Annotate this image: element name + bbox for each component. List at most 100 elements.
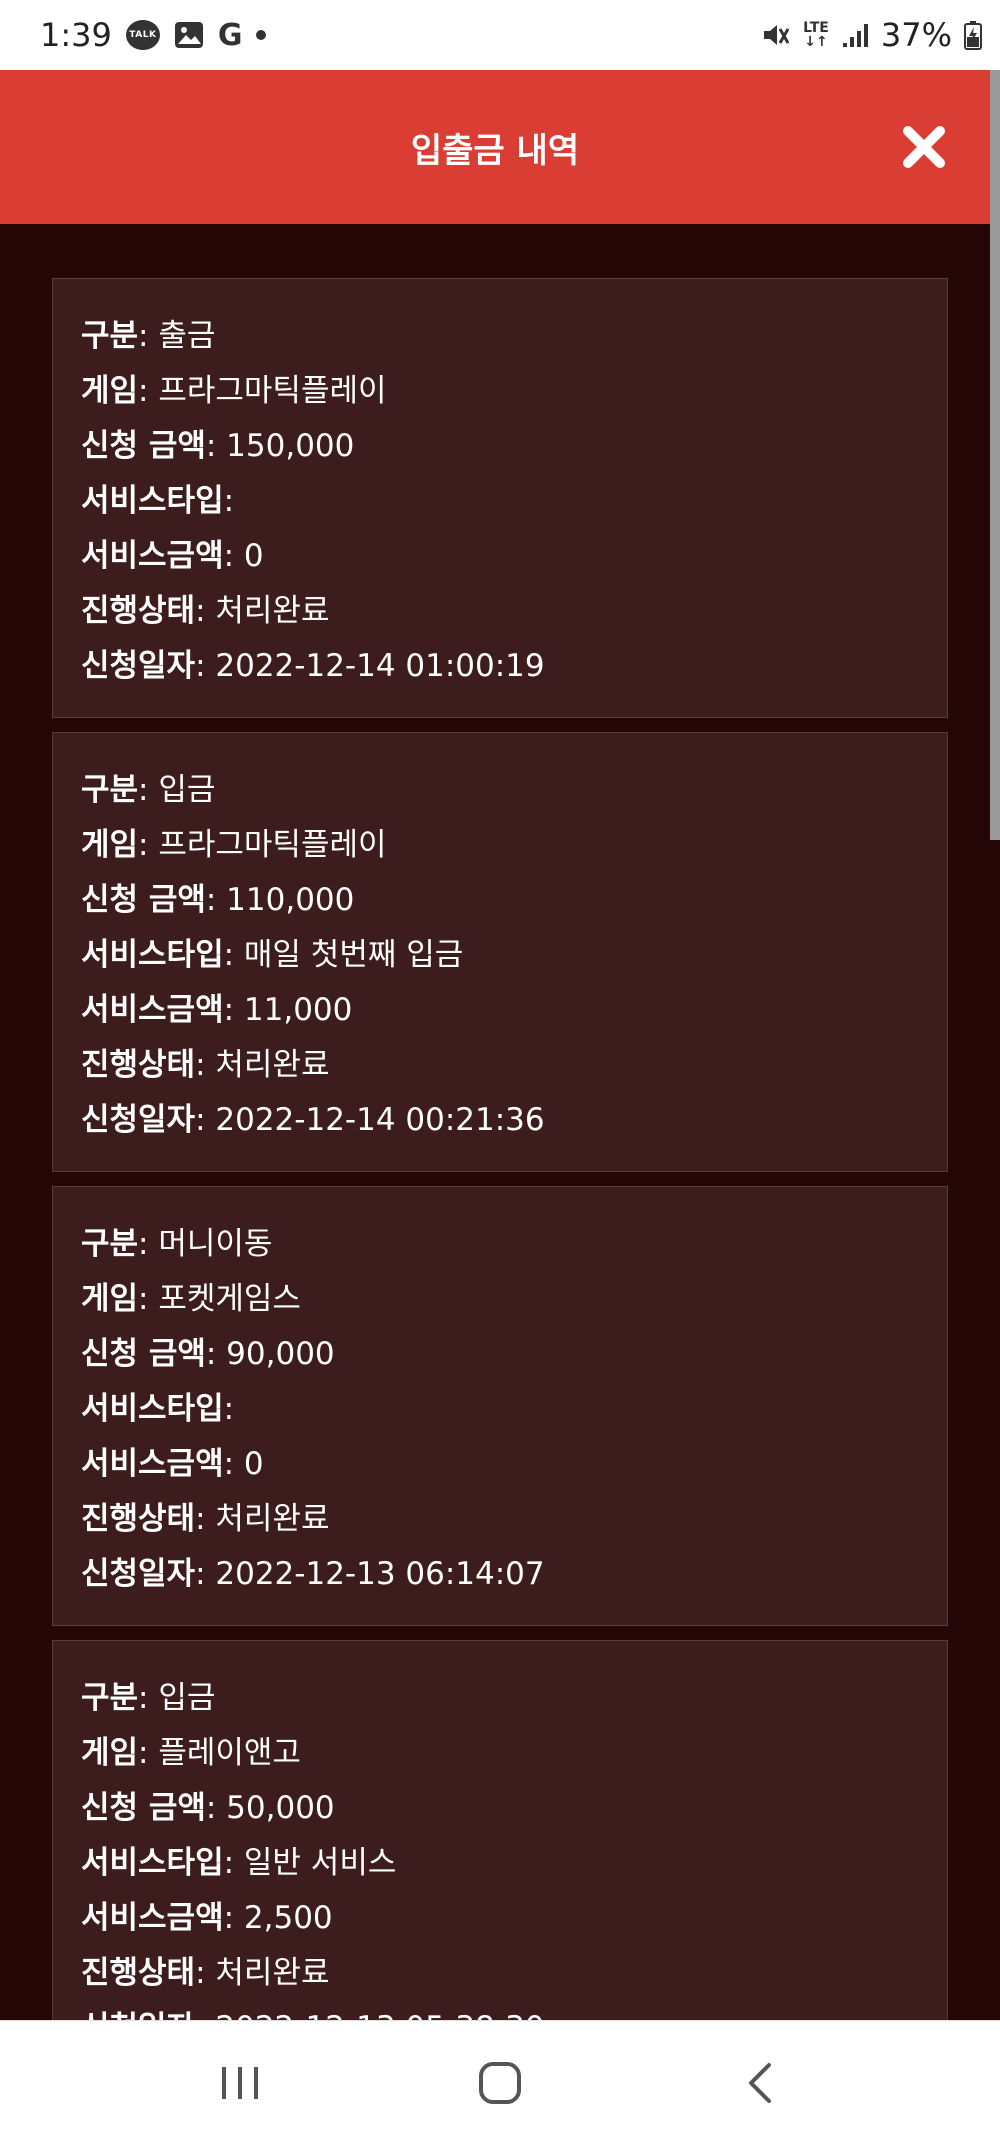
type-value: : 머니이동: [138, 1226, 273, 1262]
lte-icon: LTE ↓↑: [803, 21, 829, 49]
status-row: 진행상태: 처리완료: [81, 1946, 919, 2001]
status-value: : 처리완료: [195, 1047, 330, 1083]
status-label: 진행상태: [81, 1047, 196, 1083]
home-icon: [479, 2061, 521, 2104]
game-value: : 프라그마틱플레이: [138, 373, 387, 409]
amount-value: : 150,000: [205, 428, 355, 464]
back-button[interactable]: [720, 2043, 800, 2123]
status-row: 진행상태: 처리완료: [81, 584, 919, 639]
kakaotalk-icon: TALK: [125, 20, 160, 50]
service-amount-row: 서비스금액: 0: [81, 529, 919, 584]
service-type-row: 서비스타입:: [81, 1382, 919, 1437]
service-type-label: 서비스타입: [81, 483, 224, 519]
close-icon: [903, 126, 945, 168]
date-label: 신청일자: [81, 1556, 196, 1592]
status-label: 진행상태: [81, 1955, 196, 1991]
date-label: 신청일자: [81, 2010, 195, 2020]
service-amount-row: 서비스금액: 2,500: [81, 1891, 919, 1946]
status-bar-right: LTE ↓↑ 37%: [761, 16, 982, 54]
close-button[interactable]: [898, 121, 950, 173]
transaction-card: 구분: 입금 게임: 프라그마틱플레이 신청 금액: 110,000 서비스타입…: [52, 732, 948, 1172]
service-type-value: : 일반 서비스: [223, 1845, 397, 1881]
transaction-card: 구분: 머니이동 게임: 포켓게임스 신청 금액: 90,000 서비스타입 : …: [52, 1186, 948, 1626]
game-label: 게임: [81, 827, 139, 863]
service-amount-value: : 2,500: [223, 1900, 333, 1936]
service-amount-row: 서비스금액: 11,000: [81, 983, 919, 1038]
date-label: 신청일자: [81, 1102, 196, 1138]
service-type-row: 서비스타입: 매일 첫번째 입금: [81, 928, 919, 983]
scrollbar-thumb[interactable]: [990, 70, 1000, 840]
talk-badge-label: TALK: [125, 20, 160, 50]
amount-label: 신청 금액: [81, 1336, 206, 1372]
game-label: 게임: [81, 373, 139, 409]
service-type-value: :: [223, 483, 235, 519]
page-title: 입출금 내역: [410, 130, 580, 171]
service-type-label: 서비스타입: [81, 937, 224, 973]
date-label: 신청일자: [81, 648, 196, 684]
service-amount-label: 서비스금액: [81, 992, 224, 1028]
game-row: 게임: 플레이앤고: [81, 1726, 919, 1781]
service-type-label: 서비스타입: [81, 1845, 224, 1881]
date-row: 신청일자: 2022-12-14 01:00:19: [81, 639, 919, 694]
date-value: : 2022-12-13 06:14:07: [195, 1556, 545, 1592]
amount-label: 신청 금액: [81, 1790, 206, 1826]
service-type-row: 서비스타입:: [81, 474, 919, 529]
recents-icon: [222, 2066, 258, 2099]
type-row: 구분: 머니이동: [81, 1217, 919, 1272]
game-label: 게임: [81, 1281, 139, 1317]
back-icon: [749, 2062, 771, 2103]
status-row: 진행상태: 처리완료: [81, 1492, 919, 1547]
status-value: : 처리완료: [195, 593, 330, 629]
amount-value: : 50,000: [205, 1790, 335, 1826]
service-amount-value: : 11,000: [223, 992, 353, 1028]
lte-label: LTE: [803, 20, 829, 36]
status-label: 진행상태: [81, 593, 196, 629]
service-amount-row: 서비스금액: 0: [81, 1437, 919, 1492]
date-value: : 2022-12-14 00:21:36: [195, 1102, 545, 1138]
service-amount-label: 서비스금액: [81, 1900, 224, 1936]
service-amount-value: : 0: [223, 1446, 264, 1482]
game-value: : 포켓게임스: [138, 1281, 301, 1317]
status-bar: 1:39 TALK G LTE ↓↑ 37%: [0, 0, 1000, 70]
transaction-list: 구분: 출금 게임: 프라그마틱플레이 신청 금액: 150,000 서비스타입…: [0, 224, 990, 2020]
status-time: 1:39: [40, 16, 112, 54]
game-row: 게임: 프라그마틱플레이: [81, 818, 919, 873]
type-label: 구분: [81, 318, 139, 354]
amount-row: 신청 금액: 150,000: [81, 419, 919, 474]
amount-label: 신청 금액: [81, 428, 206, 464]
home-button[interactable]: [460, 2043, 540, 2123]
game-row: 게임: 프라그마틱플레이: [81, 364, 919, 419]
amount-row: 신청 금액: 50,000: [81, 1781, 919, 1836]
service-type-value: :: [223, 1391, 235, 1427]
type-value: : 입금: [138, 772, 216, 808]
service-amount-value: : 0: [223, 538, 264, 574]
service-type-row: 서비스타입: 일반 서비스: [81, 1836, 919, 1891]
amount-label: 신청 금액: [81, 882, 206, 918]
type-row: 구분: 출금: [81, 309, 919, 364]
gallery-icon: [174, 21, 204, 49]
type-label: 구분: [81, 772, 139, 808]
type-row: 구분: 입금: [81, 1671, 919, 1726]
status-label: 진행상태: [81, 1501, 196, 1537]
status-bar-left: 1:39 TALK G: [40, 16, 267, 54]
date-row: 신청일자: 2022-12-13 05:38:30: [81, 2001, 919, 2020]
transaction-card: 구분: 출금 게임: 프라그마틱플레이 신청 금액: 150,000 서비스타입…: [52, 278, 948, 718]
service-amount-label: 서비스금액: [81, 1446, 224, 1482]
system-nav-bar: [0, 2020, 1000, 2144]
status-value: : 처리완료: [195, 1501, 330, 1537]
amount-row: 신청 금액: 90,000: [81, 1327, 919, 1382]
transaction-card: 구분: 입금 게임: 플레이앤고 신청 금액: 50,000 서비스타입: 일반…: [52, 1640, 948, 2020]
type-label: 구분: [81, 1680, 139, 1716]
amount-row: 신청 금액: 110,000: [81, 873, 919, 928]
type-row: 구분: 입금: [81, 763, 919, 818]
game-value: : 프라그마틱플레이: [138, 827, 387, 863]
date-row: 신청일자: 2022-12-13 06:14:07: [81, 1547, 919, 1602]
service-type-label: 서비스타입: [81, 1391, 224, 1427]
date-value: : 2022-12-13 05:38:30: [195, 2010, 545, 2020]
status-value: : 처리완료: [195, 1955, 330, 1991]
type-label: 구분: [81, 1226, 139, 1262]
type-value: : 출금: [138, 318, 216, 354]
amount-value: : 110,000: [205, 882, 355, 918]
recents-button[interactable]: [200, 2043, 280, 2123]
game-label: 게임: [81, 1735, 139, 1771]
